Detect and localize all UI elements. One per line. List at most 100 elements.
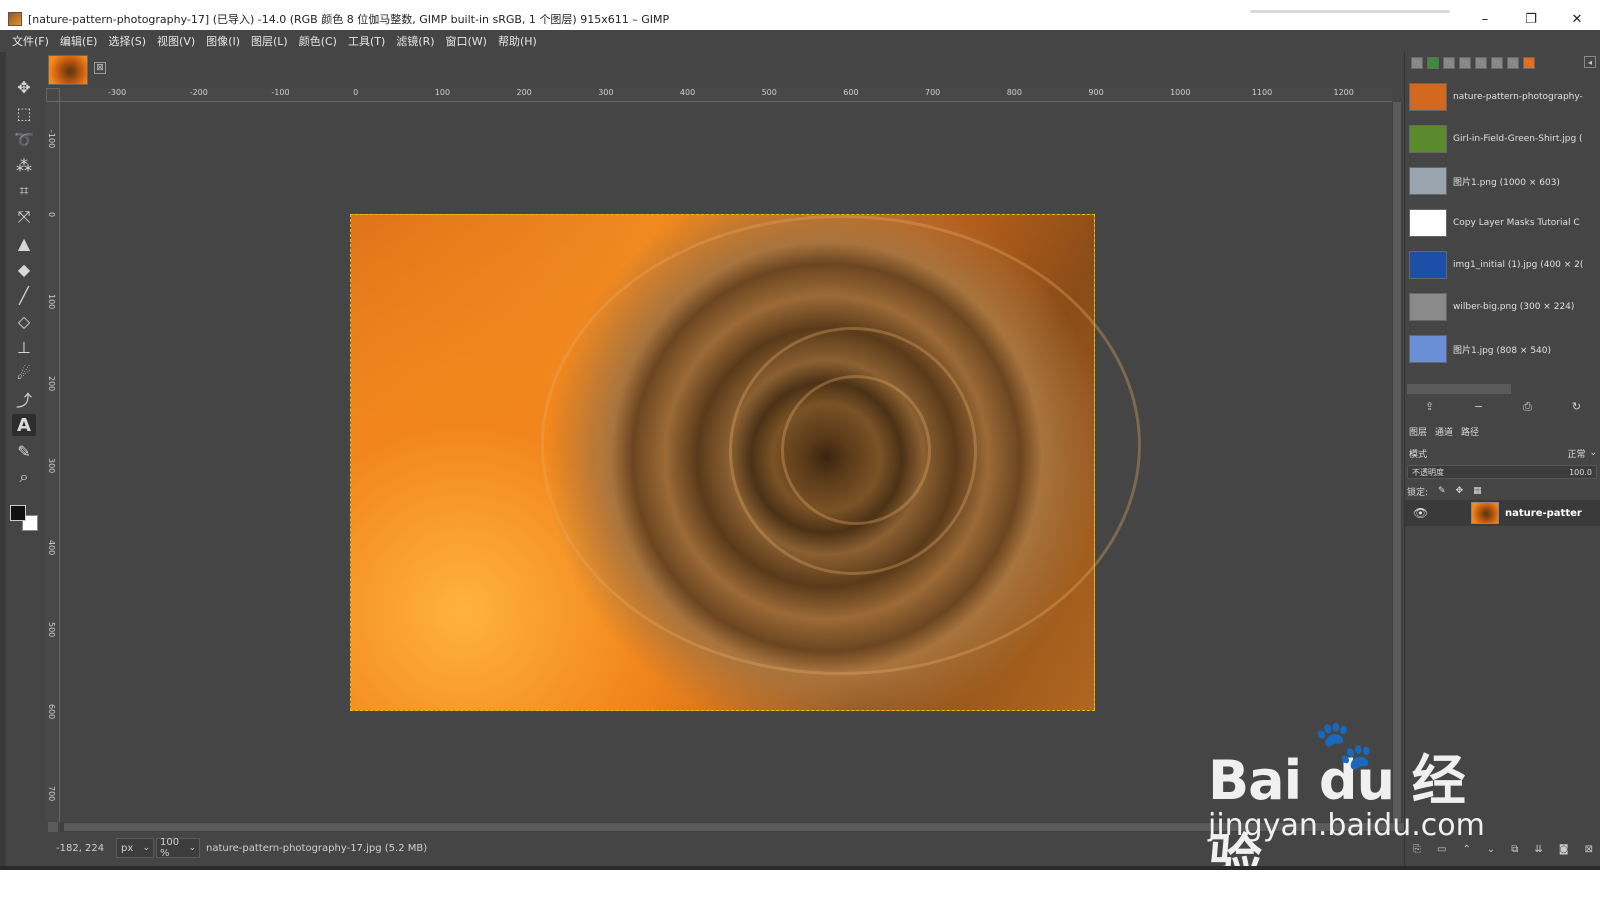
- layer-thumbnail: [1471, 502, 1499, 524]
- dock-tab-icon[interactable]: [1411, 57, 1423, 69]
- dock-tab-icon[interactable]: [1523, 57, 1535, 69]
- menu-colors[interactable]: 颜色(C): [299, 33, 337, 49]
- ruler-tick-label: 200: [47, 376, 56, 392]
- zoom-select[interactable]: 100 % ⌄: [156, 837, 200, 859]
- image-list-name: Girl-in-Field-Green-Shirt.jpg (: [1453, 134, 1583, 144]
- dock-tab-icon[interactable]: [1443, 57, 1455, 69]
- horizontal-ruler[interactable]: -300 -200 -100 0 100 200 300 400 500 600 700 800 900…: [60, 88, 1392, 102]
- warp-icon[interactable]: ▲: [12, 232, 36, 254]
- crop-icon[interactable]: ⌗: [12, 180, 36, 202]
- image-tab-close-icon[interactable]: ⊠: [94, 62, 106, 74]
- ruler-tick-label: 1000: [1170, 88, 1191, 97]
- unit-select[interactable]: px ⌄: [116, 838, 154, 858]
- color-picker-icon[interactable]: ✎: [12, 440, 36, 462]
- refresh-icon[interactable]: ↻: [1572, 400, 1581, 416]
- dock-tab-icon[interactable]: [1459, 57, 1471, 69]
- duplicate-layer-icon[interactable]: ⧉: [1511, 844, 1518, 860]
- tab-channels[interactable]: 通道: [1435, 425, 1453, 438]
- ruler-tick-label: 600: [843, 88, 859, 97]
- opacity-slider[interactable]: 不透明度 100.0: [1407, 465, 1597, 479]
- foreground-color-swatch[interactable]: [10, 505, 26, 521]
- lasso-icon[interactable]: ➰: [12, 128, 36, 150]
- image-thumbnail: [1409, 251, 1447, 279]
- statusbar: -182, 224 px ⌄ 100 % ⌄ nature-pattern-ph…: [48, 836, 1400, 860]
- eraser-icon[interactable]: ◇: [12, 310, 36, 332]
- image-list-item[interactable]: 图片1.png (1000 × 603): [1405, 160, 1600, 202]
- smudge-icon[interactable]: ☄: [12, 362, 36, 384]
- menu-tools[interactable]: 工具(T): [348, 33, 385, 49]
- ruler-tick-label: 800: [1006, 88, 1022, 97]
- left-dock-edge: [0, 52, 6, 880]
- menu-edit[interactable]: 编辑(E): [60, 33, 98, 49]
- image-thumbnail: [1409, 293, 1447, 321]
- vertical-ruler[interactable]: -100 0 100 200 300 400 500 600 700: [46, 102, 60, 822]
- ruler-tick-label: 0: [47, 212, 56, 218]
- images-list: nature-pattern-photography- Girl-in-Field…: [1405, 76, 1600, 370]
- vertical-scrollbar[interactable]: [1392, 102, 1402, 822]
- delete-layer-icon[interactable]: ⊠: [1585, 844, 1593, 860]
- image-list-item[interactable]: wilber-big.png (300 × 224): [1405, 286, 1600, 328]
- clone-icon[interactable]: ⊥: [12, 336, 36, 358]
- dock-tab-icon[interactable]: [1491, 57, 1503, 69]
- eye-icon[interactable]: 👁: [1413, 506, 1431, 520]
- dock-menu-icon[interactable]: ◂: [1584, 56, 1596, 68]
- layer-mode-row: 模式 正常 ⌄: [1409, 444, 1597, 462]
- layer-row[interactable]: 👁 nature-patter: [1405, 500, 1600, 526]
- merge-layer-icon[interactable]: ⇊: [1534, 844, 1542, 860]
- move-tool-icon[interactable]: ✥: [12, 76, 36, 98]
- image-list-item[interactable]: 图片1.jpg (808 × 540): [1405, 328, 1600, 370]
- ruler-corner[interactable]: [46, 88, 60, 102]
- zoom-icon[interactable]: ⌕: [12, 466, 36, 488]
- image-list-item[interactable]: img1_initial (1).jpg (400 × 2(: [1405, 244, 1600, 286]
- lock-alpha-icon[interactable]: ▦: [1473, 486, 1482, 496]
- zoom-value: 100 %: [160, 837, 180, 859]
- nautilus-shell-image[interactable]: [350, 214, 1141, 711]
- menu-file[interactable]: 文件(F): [12, 33, 49, 49]
- rect-select-icon[interactable]: ⬚: [12, 102, 36, 124]
- image-list-item[interactable]: nature-pattern-photography-: [1405, 76, 1600, 118]
- mode-select[interactable]: 正常: [1567, 447, 1585, 460]
- image-list-item[interactable]: Copy Layer Masks Tutorial C: [1405, 202, 1600, 244]
- image-list-name: 图片1.png (1000 × 603): [1453, 177, 1560, 188]
- paintbrush-icon[interactable]: ╱: [12, 284, 36, 306]
- menu-windows[interactable]: 窗口(W): [446, 33, 487, 49]
- fuzzy-select-icon[interactable]: ⁂: [12, 154, 36, 176]
- ruler-tick-label: 300: [598, 88, 614, 97]
- tab-layers[interactable]: 图层: [1409, 425, 1427, 438]
- pointer-coordinates: -182, 224: [56, 842, 105, 854]
- menu-image[interactable]: 图像(I): [206, 33, 240, 49]
- vertical-scroll-thumb[interactable]: [1393, 102, 1401, 822]
- menu-filters[interactable]: 滤镜(R): [396, 33, 434, 49]
- raise-display-icon[interactable]: ⇪: [1425, 400, 1434, 416]
- lock-position-icon[interactable]: ✥: [1456, 486, 1464, 496]
- layer-name[interactable]: nature-patter: [1505, 508, 1582, 519]
- remove-image-icon[interactable]: −: [1474, 400, 1483, 416]
- ruler-tick-label: -100: [271, 88, 290, 97]
- unified-transform-icon[interactable]: ⤧: [12, 206, 36, 228]
- dock-tab-icon[interactable]: [1427, 57, 1439, 69]
- bucket-fill-icon[interactable]: ◆: [12, 258, 36, 280]
- watermark-url: jingyan.baidu.com: [1208, 808, 1485, 843]
- image-tab-thumbnail[interactable]: [48, 55, 88, 85]
- menu-layer[interactable]: 图层(L): [251, 33, 288, 49]
- lock-pixels-icon[interactable]: ✎: [1438, 486, 1446, 496]
- opacity-value[interactable]: 100.0: [1569, 468, 1592, 477]
- chevron-down-icon[interactable]: ⌄: [1589, 448, 1597, 458]
- horizontal-scrollbar[interactable]: [60, 822, 1504, 832]
- image-tabs-bar: ⊠: [48, 52, 1408, 86]
- images-list-scrollbar[interactable]: [1407, 384, 1511, 394]
- tab-paths[interactable]: 路径: [1461, 425, 1479, 438]
- opacity-label: 不透明度: [1412, 467, 1444, 477]
- menu-select[interactable]: 选择(S): [108, 33, 146, 49]
- dock-tab-icon[interactable]: [1507, 57, 1519, 69]
- dock-tab-icon[interactable]: [1475, 57, 1487, 69]
- text-tool-icon[interactable]: A: [12, 414, 36, 436]
- new-display-icon[interactable]: ⎙: [1523, 400, 1532, 416]
- image-list-item[interactable]: Girl-in-Field-Green-Shirt.jpg (: [1405, 118, 1600, 160]
- navigate-button[interactable]: [48, 822, 58, 832]
- paths-icon[interactable]: ⤴: [12, 388, 36, 410]
- mask-icon[interactable]: ◙: [1559, 844, 1569, 860]
- menu-view[interactable]: 视图(V): [157, 33, 195, 49]
- image-canvas[interactable]: [60, 102, 1392, 822]
- menu-help[interactable]: 帮助(H): [498, 33, 537, 49]
